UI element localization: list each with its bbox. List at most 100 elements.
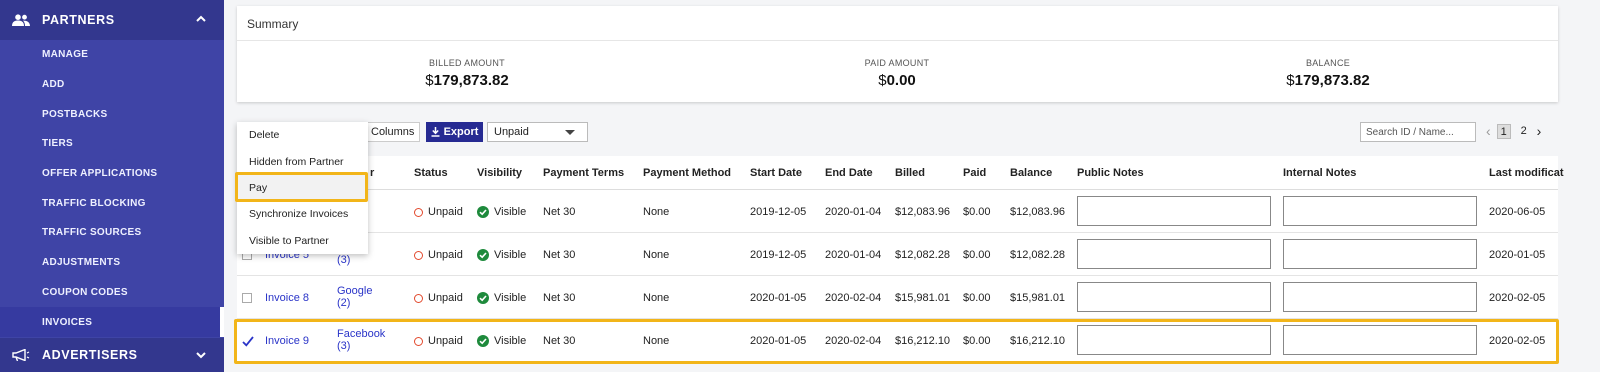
check-circle-icon [477, 206, 489, 218]
column-header-balance[interactable]: Balance [1010, 167, 1052, 179]
billed-amount: $12,083.96 [895, 206, 951, 218]
checkmark-icon [242, 336, 254, 347]
billed-amount: $16,212.10 [895, 335, 951, 347]
metric-label: BILLED AMOUNT [429, 58, 505, 68]
payment-terms: Net 30 [543, 249, 576, 261]
menu-item-visible-to-partner[interactable]: Visible to Partner [237, 228, 368, 254]
row-checkbox[interactable] [242, 293, 252, 303]
internal-notes-input[interactable] [1283, 239, 1477, 269]
megaphone-icon [12, 348, 30, 362]
sidebar-subnav: MANAGE ADD POSTBACKS TIERS OFFER APPLICA… [0, 40, 224, 337]
bulk-actions-menu: Delete Hidden from Partner Pay Synchroni… [237, 122, 368, 254]
status-badge: Unpaid [414, 249, 463, 261]
status-badge: Unpaid [414, 206, 463, 218]
sidebar-item-traffic-sources[interactable]: TRAFFIC SOURCES [0, 218, 224, 248]
menu-item-synchronize-invoices[interactable]: Synchronize Invoices [237, 201, 368, 227]
invoice-link[interactable]: Invoice 8 [265, 292, 309, 304]
column-header-public-notes[interactable]: Public Notes [1077, 167, 1144, 179]
page-button[interactable]: 2 [1517, 124, 1531, 139]
metric-value: $0.00 [747, 72, 1047, 89]
sidebar-item-postbacks[interactable]: POSTBACKS [0, 99, 224, 129]
search-input[interactable] [1360, 122, 1476, 142]
sidebar-item-label: TRAFFIC SOURCES [42, 227, 142, 239]
sidebar-item-offer-applications[interactable]: OFFER APPLICATIONS [0, 159, 224, 189]
internal-notes-input[interactable] [1283, 196, 1477, 226]
sidebar-item-tiers[interactable]: TIERS [0, 129, 224, 159]
status-filter-select[interactable]: Unpaid [487, 122, 588, 142]
column-header-start-date[interactable]: Start Date [750, 167, 802, 179]
column-header-status[interactable]: Status [414, 167, 448, 179]
table-row: Invoice 8 Google (2) Unpaid Visible Net 3… [237, 276, 1558, 319]
row-checkbox-checked[interactable] [242, 336, 254, 347]
metric-value: $179,873.82 [1178, 72, 1478, 89]
sidebar-item-label: POSTBACKS [42, 108, 108, 120]
menu-item-hidden-from-partner[interactable]: Hidden from Partner [237, 148, 368, 174]
sidebar-item-coupon-codes[interactable]: COUPON CODES [0, 278, 224, 308]
payment-method: None [643, 249, 670, 261]
metric-billed-amount: BILLED AMOUNT $179,873.82 [317, 58, 617, 89]
menu-item-delete[interactable]: Delete [237, 122, 368, 148]
download-icon [431, 127, 440, 137]
table-row: Invoice 5 ebook(3) Unpaid Visible Net 30… [237, 233, 1558, 276]
metric-value: $179,873.82 [317, 72, 617, 89]
visibility-badge: Visible [477, 206, 526, 218]
public-notes-input[interactable] [1077, 196, 1271, 226]
sidebar-item-label: TRAFFIC BLOCKING [42, 197, 146, 209]
sidebar-section-advertisers[interactable]: ADVERTISERS [0, 338, 224, 372]
chevron-right-icon[interactable]: › [1537, 123, 1542, 139]
unpaid-ring-icon [414, 293, 423, 303]
internal-notes-input[interactable] [1283, 325, 1477, 355]
check-circle-icon [477, 292, 489, 304]
public-notes-input[interactable] [1077, 239, 1271, 269]
metric-amount: 179,873.82 [1294, 72, 1370, 89]
chevron-left-icon[interactable]: ‹ [1486, 123, 1491, 139]
payment-method: None [643, 335, 670, 347]
visibility-badge: Visible [477, 335, 526, 347]
paid-amount: $0.00 [963, 206, 991, 218]
invoice-link[interactable]: Invoice 9 [265, 335, 309, 347]
public-notes-input[interactable] [1077, 325, 1271, 355]
table-row: e Unpaid Visible Net 30 None 2019-12-05 … [237, 190, 1558, 233]
partner-count: (3) [337, 254, 351, 266]
page-button-current[interactable]: 1 [1496, 123, 1511, 139]
check-circle-icon [477, 335, 489, 347]
status-text: Unpaid [428, 206, 463, 218]
column-header-internal-notes[interactable]: Internal Notes [1283, 167, 1356, 179]
partner-name: Facebook [337, 328, 386, 340]
menu-item-pay[interactable]: Pay [237, 174, 368, 202]
sidebar-section-partners[interactable]: PARTNERS [0, 0, 224, 40]
column-header-paid[interactable]: Paid [963, 167, 986, 179]
export-button-label: Export [443, 126, 479, 138]
payment-terms: Net 30 [543, 292, 576, 304]
column-header-visibility[interactable]: Visibility [477, 167, 522, 179]
sidebar-item-manage[interactable]: MANAGE [0, 40, 224, 70]
sidebar-item-add[interactable]: ADD [0, 70, 224, 100]
last-modified: 2020-01-05 [1489, 249, 1546, 261]
export-button[interactable]: Export [426, 122, 483, 142]
payment-method: None [643, 292, 670, 304]
partner-link[interactable]: Facebook (3) [337, 328, 385, 352]
partner-link[interactable]: Google (2) [337, 285, 372, 309]
status-text: Unpaid [428, 249, 463, 261]
metric-amount: 179,873.82 [433, 72, 509, 89]
column-header-payment-terms[interactable]: Payment Terms [543, 167, 624, 179]
sidebar-item-invoices[interactable]: INVOICES [0, 307, 224, 337]
column-header-payment-method[interactable]: Payment Method [643, 167, 731, 179]
check-circle-icon [477, 249, 489, 261]
public-notes-input[interactable] [1077, 282, 1271, 312]
column-header-partner[interactable]: r [370, 167, 374, 179]
pagination: ‹ 1 2 › [1486, 123, 1541, 139]
payment-method: None [643, 206, 670, 218]
end-date: 2020-01-04 [825, 249, 882, 261]
last-modified: 2020-02-05 [1489, 335, 1546, 347]
column-header-end-date[interactable]: End Date [825, 167, 873, 179]
sidebar-item-label: ADD [42, 79, 65, 91]
column-header-last-modified[interactable]: Last modificat [1489, 167, 1564, 179]
balance-amount: $16,212.10 [1010, 335, 1066, 347]
internal-notes-input[interactable] [1283, 282, 1477, 312]
sidebar-item-adjustments[interactable]: ADJUSTMENTS [0, 248, 224, 278]
caret-down-icon [565, 130, 575, 135]
column-header-billed[interactable]: Billed [895, 167, 925, 179]
sidebar-item-traffic-blocking[interactable]: TRAFFIC BLOCKING [0, 188, 224, 218]
unpaid-ring-icon [414, 250, 423, 260]
